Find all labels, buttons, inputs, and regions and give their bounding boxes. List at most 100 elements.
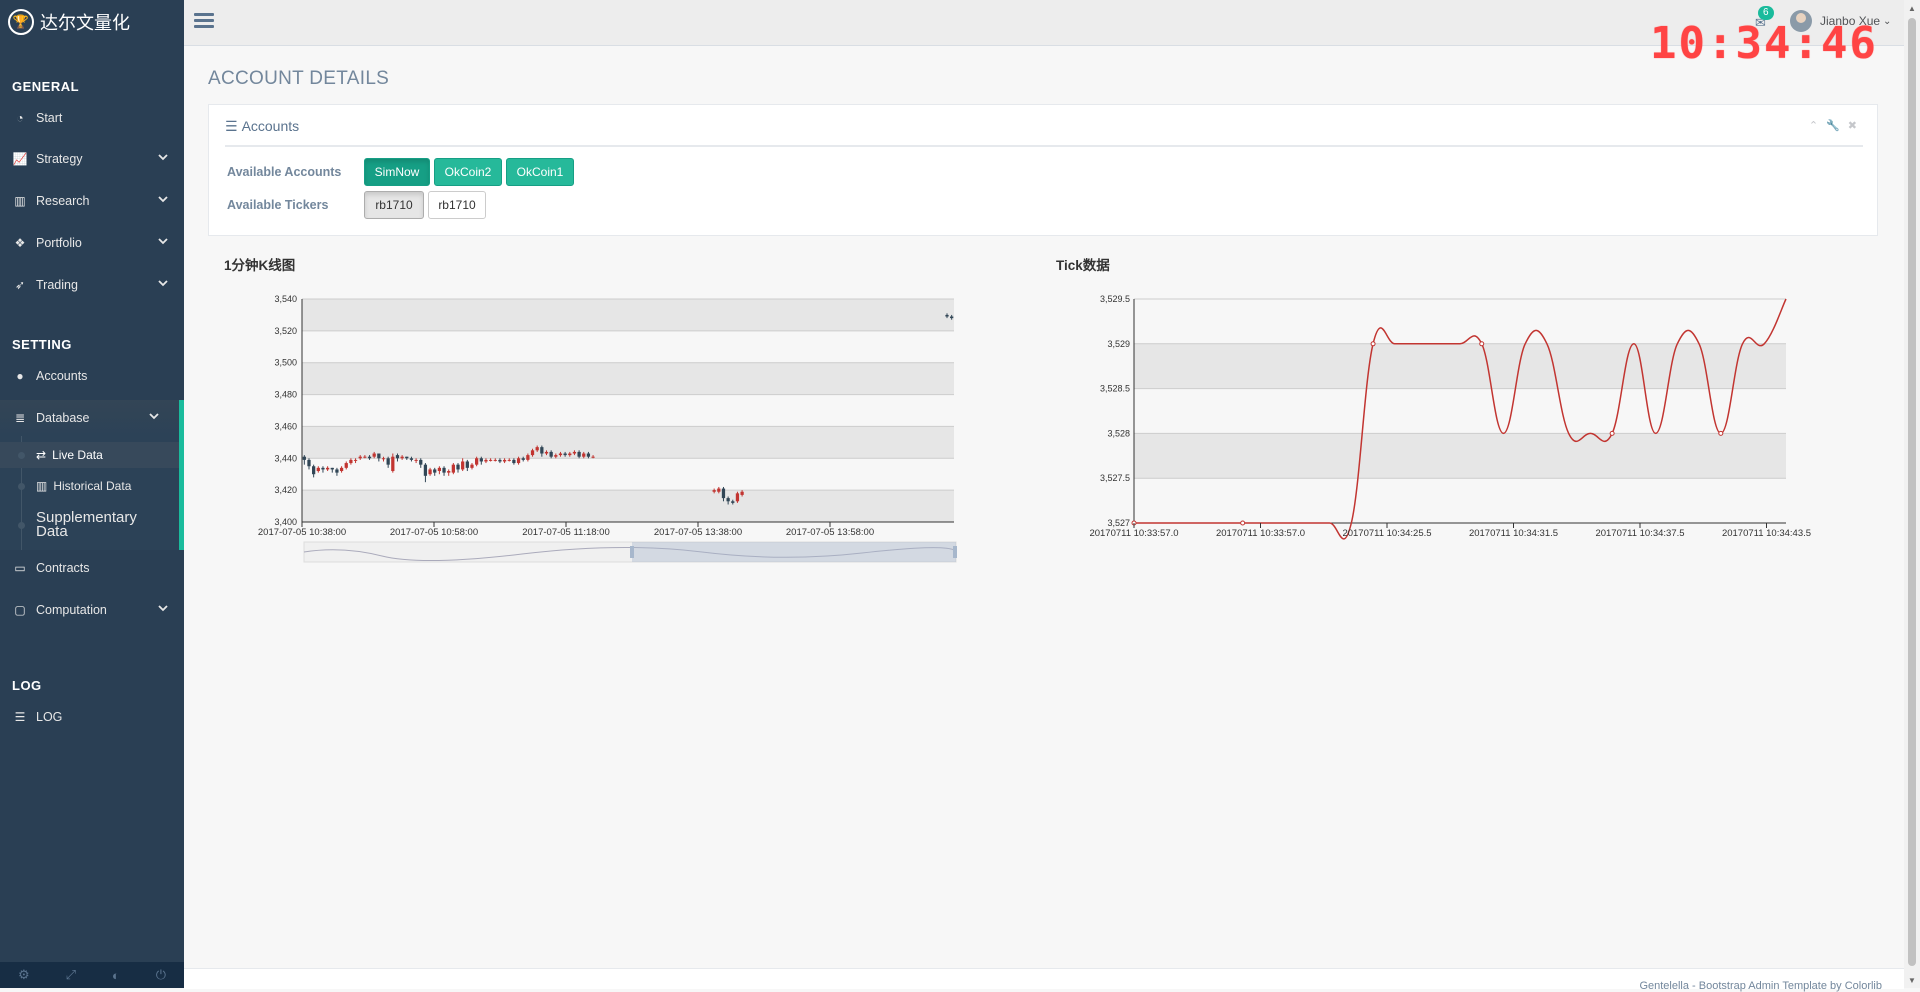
sidebar-footer: ⚙ ⤢ ◐ ⏻ [0,962,184,988]
menu-toggle-icon[interactable] [194,13,214,31]
brand[interactable]: 🏆 达尔文量化 [0,0,184,44]
x-tick-label: 20170711 10:34:25.5 [1342,528,1431,539]
candle-body [544,451,549,454]
x-tick-label: 2017-07-05 10:38:00 [258,527,346,538]
candle-body [484,459,488,462]
account-button-simnow[interactable]: SimNow [364,158,430,186]
candle-body [363,456,367,458]
candle-body [475,458,479,465]
candle [312,464,316,478]
candle [423,463,428,483]
chevron-down-icon [158,154,168,161]
candle-body [447,471,451,473]
candle-body [339,467,344,472]
logout-icon[interactable]: ⏻ [156,967,166,983]
sidebar-item-log[interactable]: ☰ LOG [0,699,184,735]
candle [349,458,353,465]
y-tick-label: 3,527 [1107,518,1130,528]
fullscreen-icon[interactable]: ⤢ [66,967,76,983]
candle [428,467,432,476]
collapse-icon[interactable]: ⌃ [1809,119,1818,132]
candle-body [321,467,325,470]
grid-band [302,426,954,459]
candle-body [950,316,954,319]
candle-body [507,459,511,461]
sidebar-item-database[interactable]: ≣ Database [0,400,184,436]
tick-point [1479,341,1485,347]
sidebar-item-research[interactable]: ▥ Research [0,183,184,219]
ticker-button-rb1710-2[interactable]: rb1710 [428,191,486,219]
sidebar-item-accounts[interactable]: ● Accounts [0,358,184,394]
y-tick-label: 3,540 [274,294,297,304]
candle [307,458,311,470]
close-icon[interactable]: ✖ [1848,119,1857,132]
sidebar-item-portfolio[interactable]: ❖ Portfolio [0,225,184,261]
sidebar-item-label: Portfolio [36,236,82,250]
candle-body [325,467,330,470]
candle-body [461,461,465,470]
candle-body [451,464,455,473]
candle-body [740,491,744,495]
chevron-down-icon [149,413,159,420]
id-card-icon: ▭ [14,561,26,575]
candle-body [381,458,386,460]
active-indicator [179,400,184,550]
sidebar-subitem-supplementary-data[interactable]: Supplementary Data [0,508,150,542]
y-tick-label: 3,440 [274,453,297,463]
candle-body [349,459,353,464]
notification-badge: 6 [1758,6,1774,20]
sidebar-subitem-label: Live Data [52,448,103,462]
sidebar-subitem-historical-data[interactable]: ▥ Historical Data [0,473,179,499]
candle-body [549,451,553,457]
lock-icon[interactable]: ◐ [112,968,120,983]
kline-chart-title: 1分钟K线图 [224,258,296,273]
sidebar-item-contracts[interactable]: ▭ Contracts [0,550,184,586]
tick-point [1240,520,1246,526]
y-tick-label: 3,520 [274,326,297,336]
sidebar-item-computation[interactable]: ▢ Computation [0,592,184,628]
bars-icon: ☰ [225,118,238,134]
account-button-okcoin2[interactable]: OkCoin2 [434,158,502,186]
sidebar-item-trading[interactable]: ➶ Trading [0,267,184,303]
candle-body [568,453,572,456]
tick-chart[interactable]: 3,527 3,527.5 3,528 3,528.5 3,529 3,529.5 2017… [1070,280,1820,550]
line-chart-icon: 📈 [12,152,28,166]
wrench-icon[interactable]: 🔧 [1826,119,1840,132]
candle [484,458,488,464]
candle-body [554,455,558,457]
sidebar-item-label: Trading [36,278,78,292]
candle-body [419,459,423,465]
desktop-icon: ▢ [14,603,26,617]
y-tick-label: 3,527.5 [1100,473,1130,483]
candle [461,458,465,472]
candle-body [563,453,567,456]
candle [442,466,446,476]
x-tick-label: 2017-07-05 10:58:00 [390,527,478,538]
candle-body [591,456,595,458]
scrollbar-thumb[interactable] [1908,18,1916,966]
datazoom-slider[interactable] [303,541,957,563]
sidebar-subitem-live-data[interactable]: ⇄ Live Data [0,442,179,468]
candle [735,491,740,503]
scroll-down-icon[interactable]: ▼ [1908,976,1916,985]
candle-body [414,459,418,461]
page-scrollbar[interactable]: ▲ ▼ [1904,0,1920,988]
list-icon: ☰ [14,710,26,724]
settings-icon[interactable]: ⚙ [18,967,30,983]
scroll-up-icon[interactable]: ▲ [1908,4,1916,13]
candle-body [735,493,740,502]
sidebar-item-label: Strategy [36,152,83,166]
ticker-button-rb1710[interactable]: rb1710 [364,191,424,219]
user-menu[interactable]: Jianbo Xue ⌄ [1790,10,1891,32]
candle [335,467,339,476]
candle [353,458,358,464]
candle [451,463,455,475]
candle-body [530,450,535,456]
y-tick-label: 3,420 [274,485,297,495]
sidebar-item-strategy[interactable]: 📈 Strategy [0,141,184,177]
account-button-okcoin1[interactable]: OkCoin1 [506,158,574,186]
candle-body [316,467,320,472]
sidebar-item-start[interactable]: ◔ Start [0,100,184,136]
trophy-icon: 🏆 [8,9,34,35]
kline-chart[interactable]: 3,400 3,420 3,440 3,460 3,480 3,500 3,520 3,540… [240,280,970,570]
